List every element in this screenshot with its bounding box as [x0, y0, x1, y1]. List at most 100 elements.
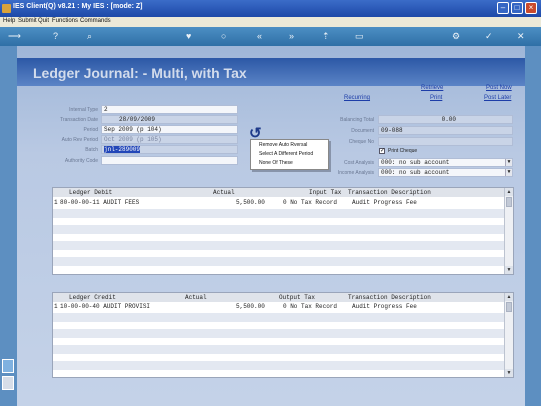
authority-code-field[interactable] — [101, 156, 238, 165]
menu-item-select-different-period[interactable]: Select A Different Period — [259, 151, 313, 157]
credit-grid: Ledger Credit Actual Output Tax Transact… — [52, 292, 514, 378]
menu-quit[interactable]: Quit — [38, 18, 49, 24]
batch-label: Batch — [85, 147, 98, 153]
toolbar: ⟶ ? ⌕ ♥ ○ « » ⇡ ▭ ⚙ ✓ ✕ — [0, 27, 541, 46]
scroll-up-icon[interactable]: ▲ — [505, 293, 513, 301]
credit-grid-scrollbar[interactable]: ▲ ▼ — [504, 293, 513, 377]
cancel-icon[interactable]: ✕ — [517, 31, 525, 41]
title-bar: IES Client(Q) v8.21 : My IES : [mode: Z]… — [0, 0, 541, 17]
table-row[interactable] — [53, 257, 505, 266]
batch-field[interactable]: jnl-289009 — [101, 145, 238, 154]
minimize-button[interactable]: – — [497, 2, 509, 14]
auto-rev-period-label: Auto Rev Period — [61, 137, 98, 143]
retrieve-link[interactable]: Retrieve — [421, 85, 443, 91]
scroll-thumb[interactable] — [506, 197, 512, 207]
menu-bar: Help Submit Quit Functions Commands — [0, 17, 541, 27]
cheque-no-field[interactable] — [378, 137, 513, 146]
col-ledger-debit: Ledger Debit — [69, 189, 113, 196]
close-button[interactable]: × — [525, 2, 537, 14]
authority-code-label: Authority Code — [64, 158, 98, 164]
sidebar-document-icon[interactable] — [2, 376, 14, 390]
table-row[interactable] — [53, 209, 505, 218]
row-ledger[interactable]: 80-00-00-11 AUDIT FEES — [60, 199, 139, 206]
debit-grid-scrollbar[interactable]: ▲ ▼ — [504, 188, 513, 274]
print-cheque-checkbox[interactable]: ✓ — [379, 148, 385, 154]
history-icon[interactable]: ○ — [221, 31, 226, 41]
col-actual: Actual — [213, 189, 235, 196]
row-tax[interactable]: 0 No Tax Record — [283, 303, 337, 310]
table-row[interactable] — [53, 345, 505, 354]
document-label: Document — [351, 128, 374, 134]
table-row[interactable] — [53, 225, 505, 234]
menu-commands[interactable]: Commands — [80, 18, 111, 24]
internal-type-field[interactable]: 2 — [101, 105, 238, 114]
col-output-tax: Output Tax — [279, 294, 316, 301]
scroll-down-icon[interactable]: ▼ — [505, 266, 513, 274]
transaction-date-label: Transaction Date — [60, 117, 98, 123]
auto-rev-period-field[interactable]: Oct 2009 (p 105) — [101, 135, 238, 144]
debit-grid-header: Ledger Debit Actual Input Tax Transactio… — [53, 188, 505, 197]
period-label: Period — [83, 127, 98, 133]
scroll-thumb[interactable] — [506, 302, 512, 312]
favorite-icon[interactable]: ♥ — [186, 31, 191, 41]
maximize-button[interactable]: □ — [511, 2, 523, 14]
cost-analysis-value: 000: no sub account — [381, 159, 450, 166]
cost-analysis-select[interactable]: 000: no sub account ▼ — [378, 158, 513, 167]
table-row[interactable] — [53, 361, 505, 370]
right-sidebar — [525, 46, 541, 406]
menu-submit[interactable]: Submit — [18, 18, 37, 24]
help-icon[interactable]: ? — [53, 31, 58, 41]
exit-icon[interactable]: ⟶ — [8, 31, 21, 41]
post-now-link[interactable]: Post Now — [486, 85, 512, 91]
recurring-link[interactable]: Recurring — [344, 95, 370, 101]
batch-value: jnl-289009 — [104, 146, 141, 153]
transaction-date-field[interactable]: 28/09/2009 — [101, 115, 238, 124]
row-number: 1 — [54, 199, 58, 206]
table-row[interactable] — [53, 329, 505, 338]
sidebar-tool-icon[interactable] — [2, 359, 14, 373]
cost-analysis-label: Cost Analysis — [343, 160, 374, 166]
window-title: IES Client(Q) v8.21 : My IES : [mode: Z] — [13, 3, 143, 10]
table-row[interactable] — [53, 241, 505, 250]
forward-icon[interactable]: » — [289, 31, 294, 41]
ok-icon[interactable]: ✓ — [485, 31, 493, 41]
row-ledger[interactable]: 10-00-00-40 AUDIT PROVISI — [60, 303, 150, 310]
internal-type-label: Internal Type — [69, 107, 98, 113]
post-later-link[interactable]: Post Later — [484, 95, 511, 101]
col-input-tax: Input Tax — [309, 189, 342, 196]
page-title: Ledger Journal: - Multi, with Tax — [33, 65, 247, 81]
row-actual[interactable]: 5,500.00 — [236, 199, 265, 206]
print-link[interactable]: Print — [430, 95, 442, 101]
scroll-up-icon[interactable]: ▲ — [505, 188, 513, 196]
income-analysis-value: 000: no sub account — [381, 169, 450, 176]
income-analysis-label: Income Analysis — [337, 170, 374, 176]
document-field[interactable]: 09-088 — [378, 126, 513, 135]
income-analysis-select[interactable]: 000: no sub account ▼ — [378, 168, 513, 177]
cheque-no-label: Cheque No — [348, 139, 374, 145]
menu-functions[interactable]: Functions — [52, 18, 78, 24]
back-icon[interactable]: « — [257, 31, 262, 41]
chevron-down-icon[interactable]: ▼ — [505, 169, 512, 176]
chevron-down-icon[interactable]: ▼ — [505, 159, 512, 166]
menu-help[interactable]: Help — [3, 18, 15, 24]
row-description[interactable]: Audit Progress Fee — [352, 199, 417, 206]
row-description[interactable]: Audit Progress Fee — [352, 303, 417, 310]
app-icon — [2, 4, 11, 13]
row-tax[interactable]: 0 No Tax Record — [283, 199, 337, 206]
table-row[interactable]: 1 10-00-00-40 AUDIT PROVISI 5,500.00 0 N… — [53, 303, 505, 312]
upload-icon[interactable]: ⇡ — [322, 31, 330, 41]
credit-grid-header: Ledger Credit Actual Output Tax Transact… — [53, 293, 505, 302]
settings-icon[interactable]: ⚙ — [452, 31, 460, 41]
table-row[interactable]: 1 80-00-00-11 AUDIT FEES 5,500.00 0 No T… — [53, 199, 505, 208]
view-icon[interactable]: ▭ — [355, 31, 364, 41]
period-field[interactable]: Sep 2009 (p 104) — [101, 125, 238, 134]
menu-item-remove-auto-reversal[interactable]: Remove Auto Rversal — [259, 142, 307, 148]
search-icon[interactable]: ⌕ — [87, 31, 92, 41]
debit-grid: Ledger Debit Actual Input Tax Transactio… — [52, 187, 514, 275]
balancing-total-label: Balancing Total — [340, 117, 374, 123]
table-row[interactable] — [53, 313, 505, 322]
scroll-down-icon[interactable]: ▼ — [505, 369, 513, 377]
menu-item-none-of-these[interactable]: None Of These — [259, 160, 293, 166]
row-actual[interactable]: 5,500.00 — [236, 303, 265, 310]
left-sidebar — [0, 46, 17, 406]
